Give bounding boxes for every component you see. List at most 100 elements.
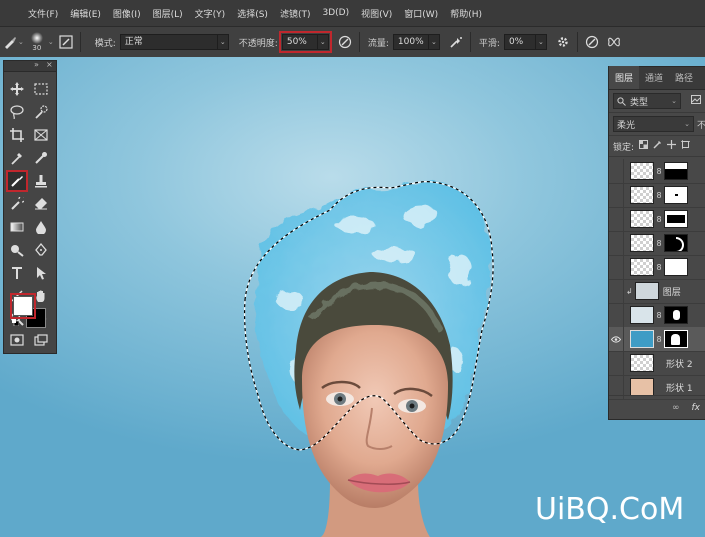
layer-row[interactable]: 8 — [609, 159, 705, 184]
filter-dropdown-icon[interactable]: ⌄ — [671, 97, 677, 105]
frame-tool-icon[interactable] — [31, 125, 51, 145]
menu-3d[interactable]: 3D(D) — [316, 8, 355, 18]
menu-layer[interactable]: 图层(L) — [147, 7, 189, 20]
search-icon — [617, 96, 626, 106]
layers-panel-footer: ∞ fx — [609, 395, 705, 420]
pen-tool-icon[interactable] — [31, 240, 51, 260]
layer-effects-button[interactable]: fx — [692, 403, 701, 413]
layer-row[interactable]: ↲ 图层 — [609, 279, 705, 304]
link-icon: 8 — [656, 214, 662, 224]
watermark-text: UiBQ.CoM — [535, 492, 685, 527]
pressure-size-icon[interactable] — [584, 34, 600, 50]
layer-row[interactable]: 8 — [609, 303, 705, 328]
layer-row[interactable]: 8 — [609, 183, 705, 208]
crop-tool-icon[interactable] — [7, 125, 27, 145]
mode-label: 模式: — [94, 38, 116, 49]
eyedropper-tool-icon[interactable] — [7, 148, 27, 168]
quick-mask-icon[interactable] — [10, 334, 24, 346]
tab-layers[interactable]: 图层 — [609, 66, 640, 89]
brush-size-dropdown-icon[interactable]: ⌄ — [48, 38, 54, 46]
layer-row[interactable]: 形状 2 — [609, 351, 705, 376]
pressure-opacity-icon[interactable] — [337, 34, 353, 50]
screen-mode-icon[interactable] — [34, 334, 48, 346]
layer-mask-thumbnail — [664, 162, 688, 180]
visibility-toggle[interactable] — [609, 255, 624, 279]
image-filter-icon[interactable] — [691, 95, 701, 107]
smoothing-input[interactable]: 0% — [503, 34, 536, 50]
default-colors-icon[interactable] — [12, 318, 20, 327]
menu-help[interactable]: 帮助(H) — [444, 7, 488, 20]
rectangular-marquee-tool-icon[interactable] — [31, 79, 51, 99]
layer-row-selected[interactable]: 8 — [609, 327, 705, 352]
mode-dropdown-icon[interactable]: ⌄ — [217, 34, 229, 50]
brush-size-picker[interactable]: 30 — [30, 32, 44, 52]
document-canvas[interactable]: UiBQ.CoM — [0, 57, 705, 537]
flow-dropdown-icon[interactable]: ⌄ — [428, 34, 440, 50]
visibility-toggle[interactable] — [609, 231, 624, 255]
visibility-toggle[interactable] — [609, 279, 624, 303]
lasso-tool-icon[interactable] — [7, 102, 27, 122]
menu-type[interactable]: 文字(Y) — [189, 7, 232, 20]
visibility-toggle[interactable] — [609, 183, 624, 207]
airbrush-icon[interactable] — [448, 34, 464, 50]
gradient-tool-icon[interactable] — [7, 217, 27, 237]
healing-brush-tool-icon[interactable] — [31, 148, 51, 168]
collapse-panel-icon[interactable]: » — [34, 60, 39, 69]
tab-channels[interactable]: 通道 — [639, 71, 669, 89]
canvas-artwork — [244, 181, 494, 537]
gear-icon[interactable] — [555, 34, 571, 50]
flow-input[interactable]: 100% — [392, 34, 429, 50]
eraser-tool-icon[interactable] — [31, 194, 51, 214]
close-panel-icon[interactable]: × — [46, 60, 53, 69]
blur-tool-icon[interactable] — [31, 217, 51, 237]
visibility-toggle[interactable] — [609, 351, 624, 375]
lock-pixels-icon[interactable] — [653, 140, 662, 152]
menu-image[interactable]: 图像(I) — [107, 7, 147, 20]
menu-edit[interactable]: 编辑(E) — [64, 7, 107, 20]
menu-file[interactable]: 文件(F) — [22, 7, 64, 20]
layer-name: 形状 1 — [666, 383, 693, 394]
link-icon: 8 — [656, 262, 662, 272]
history-brush-tool-icon[interactable] — [7, 194, 27, 214]
blend-mode-select[interactable]: 柔光 ⌄ — [613, 116, 694, 132]
brush-tool-preset-icon[interactable] — [2, 34, 18, 50]
mode-select[interactable]: 正常 — [119, 34, 218, 50]
visibility-toggle[interactable] — [609, 303, 624, 327]
lock-position-icon[interactable] — [667, 140, 677, 152]
link-layers-icon[interactable]: ∞ — [672, 403, 680, 413]
opacity-input[interactable]: 50% — [281, 34, 318, 50]
layer-filter-select[interactable]: 类型 ⌄ — [613, 93, 681, 109]
menu-filter[interactable]: 滤镜(T) — [274, 7, 317, 20]
type-tool-icon[interactable] — [7, 263, 27, 283]
lock-transparent-icon[interactable] — [639, 140, 649, 152]
quick-selection-tool-icon[interactable] — [31, 102, 51, 122]
clone-stamp-tool-icon[interactable] — [31, 171, 51, 191]
smoothing-dropdown-icon[interactable]: ⌄ — [535, 34, 547, 50]
layer-thumbnail — [630, 162, 654, 180]
visibility-toggle[interactable] — [609, 327, 624, 351]
layer-row[interactable]: 8 — [609, 231, 705, 256]
divider — [79, 32, 81, 52]
menu-window[interactable]: 窗口(W) — [398, 7, 444, 20]
symmetry-butterfly-icon[interactable] — [606, 34, 622, 50]
foreground-color-swatch[interactable] — [10, 293, 36, 319]
preset-dropdown-arrow-icon[interactable]: ⌄ — [18, 38, 24, 46]
menu-view[interactable]: 视图(V) — [355, 7, 398, 20]
move-tool-icon[interactable] — [7, 79, 27, 99]
lock-artboard-icon[interactable] — [681, 140, 691, 152]
dodge-tool-icon[interactable] — [7, 240, 27, 260]
tools-panel-header[interactable]: » × — [4, 60, 56, 72]
layer-row[interactable]: 8 — [609, 207, 705, 232]
options-bar: ⌄ 30 ⌄ 模式: 正常 ⌄ 不透明度: 50% ⌄ 流量: 100% ⌄ 平… — [0, 26, 705, 58]
tab-paths[interactable]: 路径 — [669, 71, 699, 89]
layer-row[interactable]: 8 — [609, 255, 705, 280]
path-selection-tool-icon[interactable] — [31, 263, 51, 283]
menu-select[interactable]: 选择(S) — [231, 7, 274, 20]
visibility-toggle[interactable] — [609, 207, 624, 231]
brush-tool-icon[interactable] — [6, 170, 28, 192]
swap-colors-icon[interactable]: ↱ — [37, 295, 44, 304]
opacity-dropdown-icon[interactable]: ⌄ — [317, 34, 329, 50]
visibility-toggle[interactable] — [609, 159, 624, 183]
blend-dropdown-icon[interactable]: ⌄ — [684, 120, 690, 128]
brush-settings-panel-icon[interactable] — [58, 34, 74, 50]
